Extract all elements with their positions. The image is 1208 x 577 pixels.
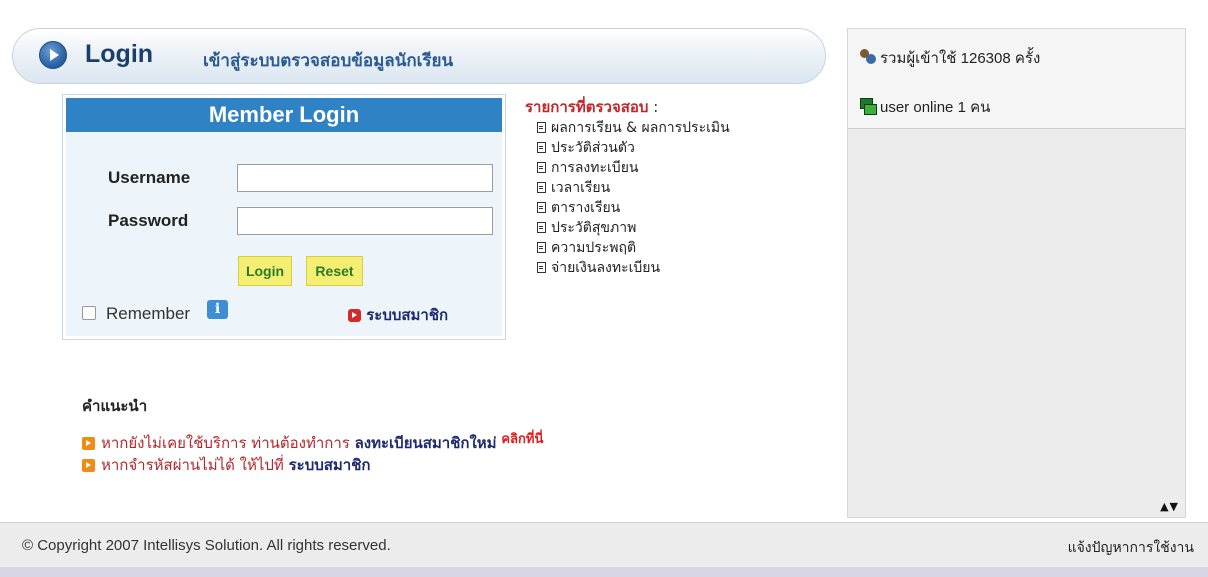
- document-icon: [537, 222, 546, 233]
- online-count: 1: [957, 99, 966, 116]
- stats-box: รวมผู้เข้าใช้ 126308 ครั้ง user online 1…: [848, 29, 1185, 129]
- advice-row-register: หากยังไม่เคยใช้บริการ ท่านต้องทำการ ลงทะ…: [82, 431, 543, 455]
- arrow-right-icon: [82, 459, 95, 472]
- remember-checkbox[interactable]: [82, 306, 96, 320]
- remember-label: Remember: [106, 304, 191, 323]
- login-header-bar: Login เข้าสู่ระบบตรวจสอบข้อมูลนักเรียน: [12, 28, 826, 84]
- list-item: จ่ายเงินลงทะเบียน: [537, 258, 730, 278]
- member-login-heading: Member Login: [66, 98, 502, 132]
- list-item-label: เวลาเรียน: [551, 180, 611, 196]
- username-label: Username: [108, 168, 191, 187]
- copyright-text: © Copyright 2007 Intellisys Solution. Al…: [22, 537, 391, 554]
- visitors-count: 126308: [960, 50, 1011, 67]
- advice-row-password: หากจำรหัสผ่านไม่ได้ ให้ไปที่ ระบบสมาชิก: [82, 453, 370, 477]
- member-system-link-2[interactable]: ระบบสมาชิก: [289, 456, 371, 474]
- document-icon: [537, 242, 546, 253]
- list-item: เวลาเรียน: [537, 178, 730, 198]
- reset-button[interactable]: Reset: [306, 256, 363, 286]
- page-title: Login: [85, 40, 154, 68]
- document-icon: [537, 182, 546, 193]
- document-icon: [537, 122, 546, 133]
- visitors-stat: รวมผู้เข้าใช้ 126308 ครั้ง: [860, 46, 1040, 70]
- online-stat: user online 1 คน: [860, 95, 990, 119]
- list-item: ตารางเรียน: [537, 198, 730, 218]
- member-system-link[interactable]: ระบบสมาชิก: [348, 303, 448, 327]
- visitors-prefix: รวมผู้เข้าใช้: [880, 50, 957, 67]
- online-suffix: คน: [970, 99, 991, 116]
- list-item: ความประพฤติ: [537, 238, 730, 258]
- click-here-link[interactable]: คลิกที่นี่: [501, 432, 543, 447]
- check-items-colon: :: [648, 98, 659, 116]
- report-problem-link[interactable]: แจ้งปัญหาการใช้งาน: [1068, 537, 1194, 559]
- list-item: ประวัติส่วนตัว: [537, 138, 730, 158]
- list-item-label: ตารางเรียน: [551, 200, 621, 216]
- list-item-label: ผลการเรียน & ผลการประเมิน: [551, 120, 730, 136]
- advice-password-text: หากจำรหัสผ่านไม่ได้ ให้ไปที่: [101, 456, 289, 474]
- play-circle-icon: [39, 41, 67, 69]
- advice-title: คำแนะนำ: [82, 397, 148, 415]
- check-items-title: รายการที่ตรวจสอบ :: [525, 95, 658, 119]
- advice-register-text: หากยังไม่เคยใช้บริการ ท่านต้องทำการ: [101, 434, 355, 452]
- list-item-label: จ่ายเงินลงทะเบียน: [551, 260, 661, 276]
- password-label: Password: [108, 211, 189, 230]
- footer: © Copyright 2007 Intellisys Solution. Al…: [0, 522, 1208, 567]
- right-sidebar: รวมผู้เข้าใช้ 126308 ครั้ง user online 1…: [847, 28, 1186, 518]
- visitors-suffix: ครั้ง: [1014, 50, 1041, 67]
- list-item: ประวัติสุขภาพ: [537, 218, 730, 238]
- document-icon: [537, 262, 546, 273]
- scroll-arrows-icon[interactable]: ▲▼: [1160, 500, 1179, 513]
- check-items-list: ผลการเรียน & ผลการประเมิน ประวัติส่วนตัว…: [537, 118, 730, 278]
- list-item-label: ประวัติสุขภาพ: [551, 220, 637, 236]
- list-item-label: การลงทะเบียน: [551, 160, 639, 176]
- list-item-label: ความประพฤติ: [551, 240, 637, 256]
- info-icon[interactable]: i: [207, 300, 228, 319]
- username-input[interactable]: [237, 164, 493, 192]
- list-item-label: ประวัติส่วนตัว: [551, 140, 635, 156]
- member-login-inner: Member Login Username Password Login Res…: [66, 98, 502, 336]
- document-icon: [537, 202, 546, 213]
- users-icon: [860, 49, 876, 65]
- login-button[interactable]: Login: [238, 256, 292, 286]
- register-link[interactable]: ลงทะเบียนสมาชิกใหม่: [355, 434, 497, 452]
- online-users-icon: [860, 98, 877, 115]
- online-prefix: user online: [880, 99, 954, 116]
- list-item: การลงทะเบียน: [537, 158, 730, 178]
- arrow-right-icon: [348, 309, 361, 322]
- member-login-panel: Member Login Username Password Login Res…: [62, 94, 506, 340]
- document-icon: [537, 162, 546, 173]
- member-system-link-label: ระบบสมาชิก: [366, 306, 449, 324]
- page-subtitle: เข้าสู่ระบบตรวจสอบข้อมูลนักเรียน: [203, 51, 454, 71]
- arrow-right-icon: [82, 437, 95, 450]
- password-input[interactable]: [237, 207, 493, 235]
- list-item: ผลการเรียน & ผลการประเมิน: [537, 118, 730, 138]
- footer-divider: [0, 567, 1208, 577]
- check-items-title-text: รายการที่ตรวจสอบ: [525, 98, 649, 116]
- document-icon: [537, 142, 546, 153]
